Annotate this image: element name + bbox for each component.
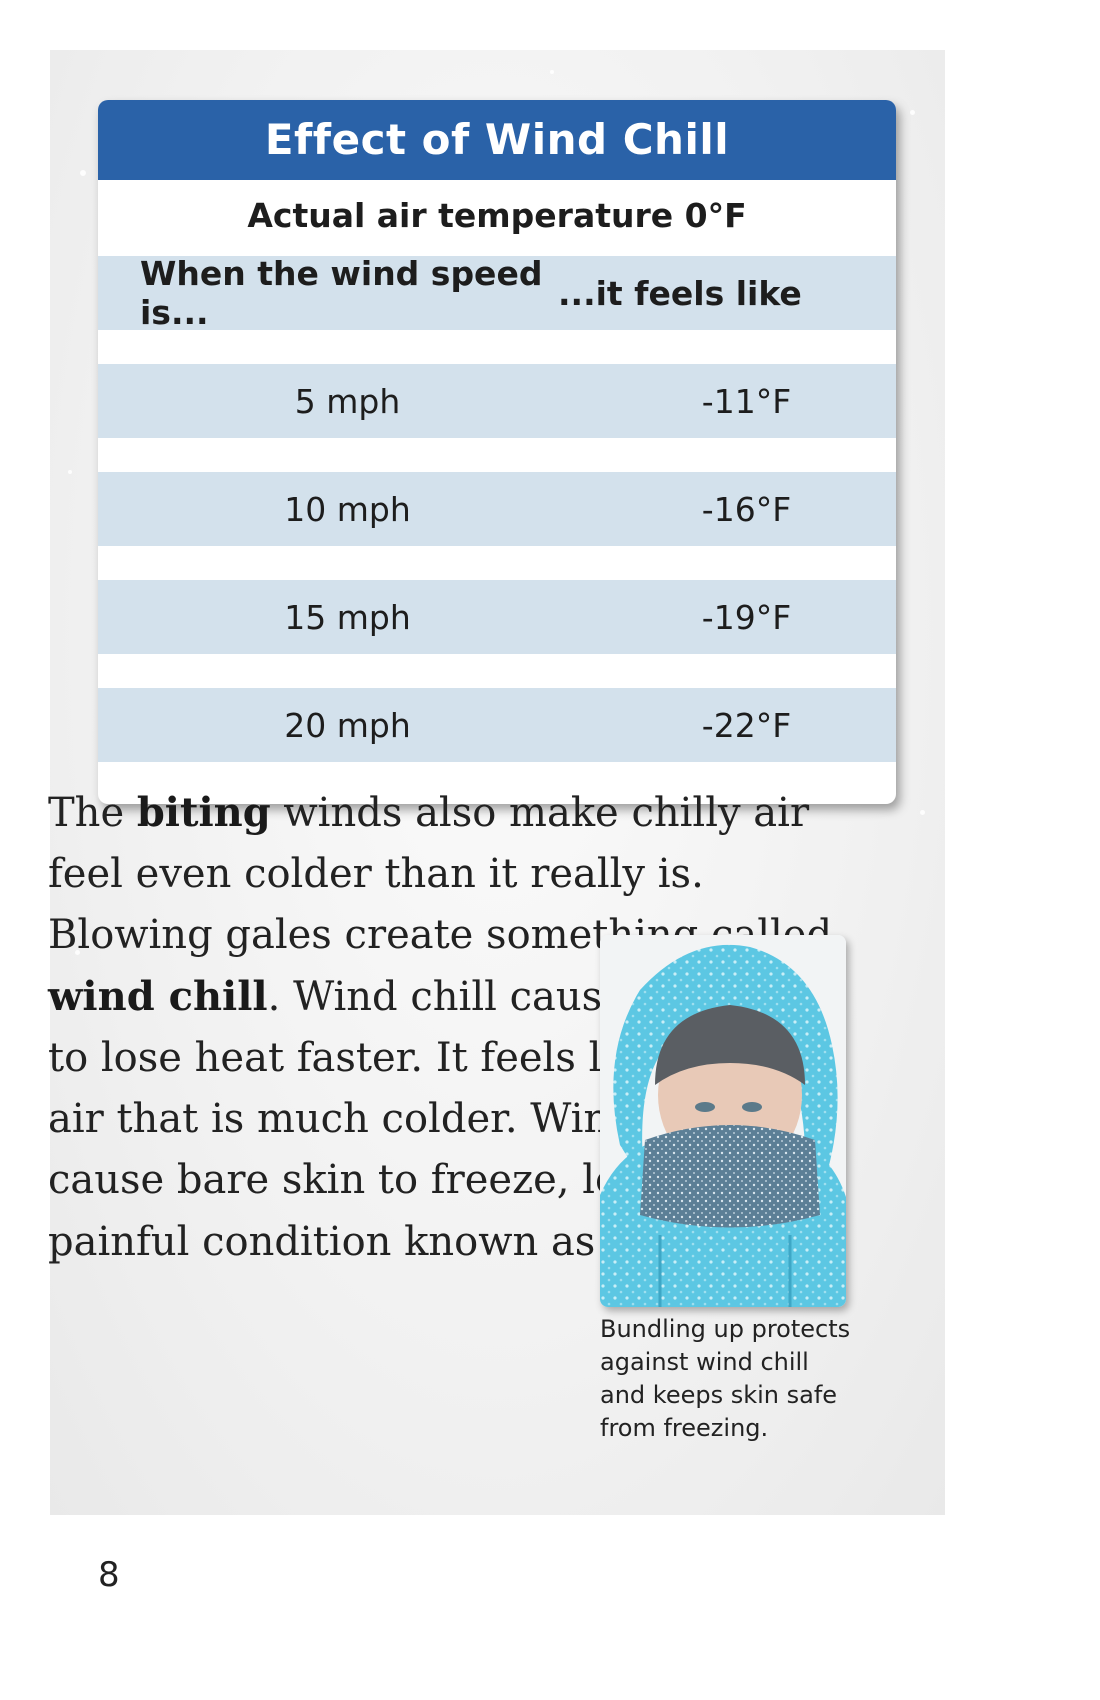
header-wind-speed: When the wind speed is... [140,254,543,332]
table-title: Effect of Wind Chill [98,100,896,180]
feels-like-cell: -22°F [701,705,792,745]
snowflake-decoration [80,170,86,176]
wind-speed-cell: 10 mph [284,489,411,529]
photo-caption: Bundling up protects against wind chill … [600,1315,851,1442]
table-row: 20 mph -22°F [98,688,896,762]
feels-like-cell: -16°F [701,489,792,529]
table-header-row: When the wind speed is... ...it feels li… [98,254,896,332]
wind-speed-cell: 20 mph [284,705,411,745]
child-in-winter-hood-photo [600,935,846,1307]
table-row: 15 mph -19°F [98,580,896,654]
table-subtitle: Actual air temperature 0°F [247,196,747,235]
wind-chill-table: Effect of Wind Chill Actual air temperat… [98,100,896,804]
feels-like-cell: -11°F [701,381,792,421]
snowflake-decoration [68,470,72,474]
wind-speed-cell: 5 mph [294,381,401,421]
snowflake-decoration [920,810,925,815]
page-number: 8 [98,1555,120,1595]
body-text-run: The [48,790,137,836]
snowflake-decoration [550,70,554,74]
table-row: 5 mph -11°F [98,364,896,438]
feels-like-cell: -19°F [701,597,792,637]
table-row: 10 mph -16°F [98,472,896,546]
glossary-term-wind-chill: wind chill [48,973,268,1020]
wind-speed-cell: 15 mph [284,597,411,637]
header-feels-like: ...it feels like [558,273,802,313]
snowflake-decoration [910,110,915,115]
glossary-term-biting: biting [136,789,271,836]
